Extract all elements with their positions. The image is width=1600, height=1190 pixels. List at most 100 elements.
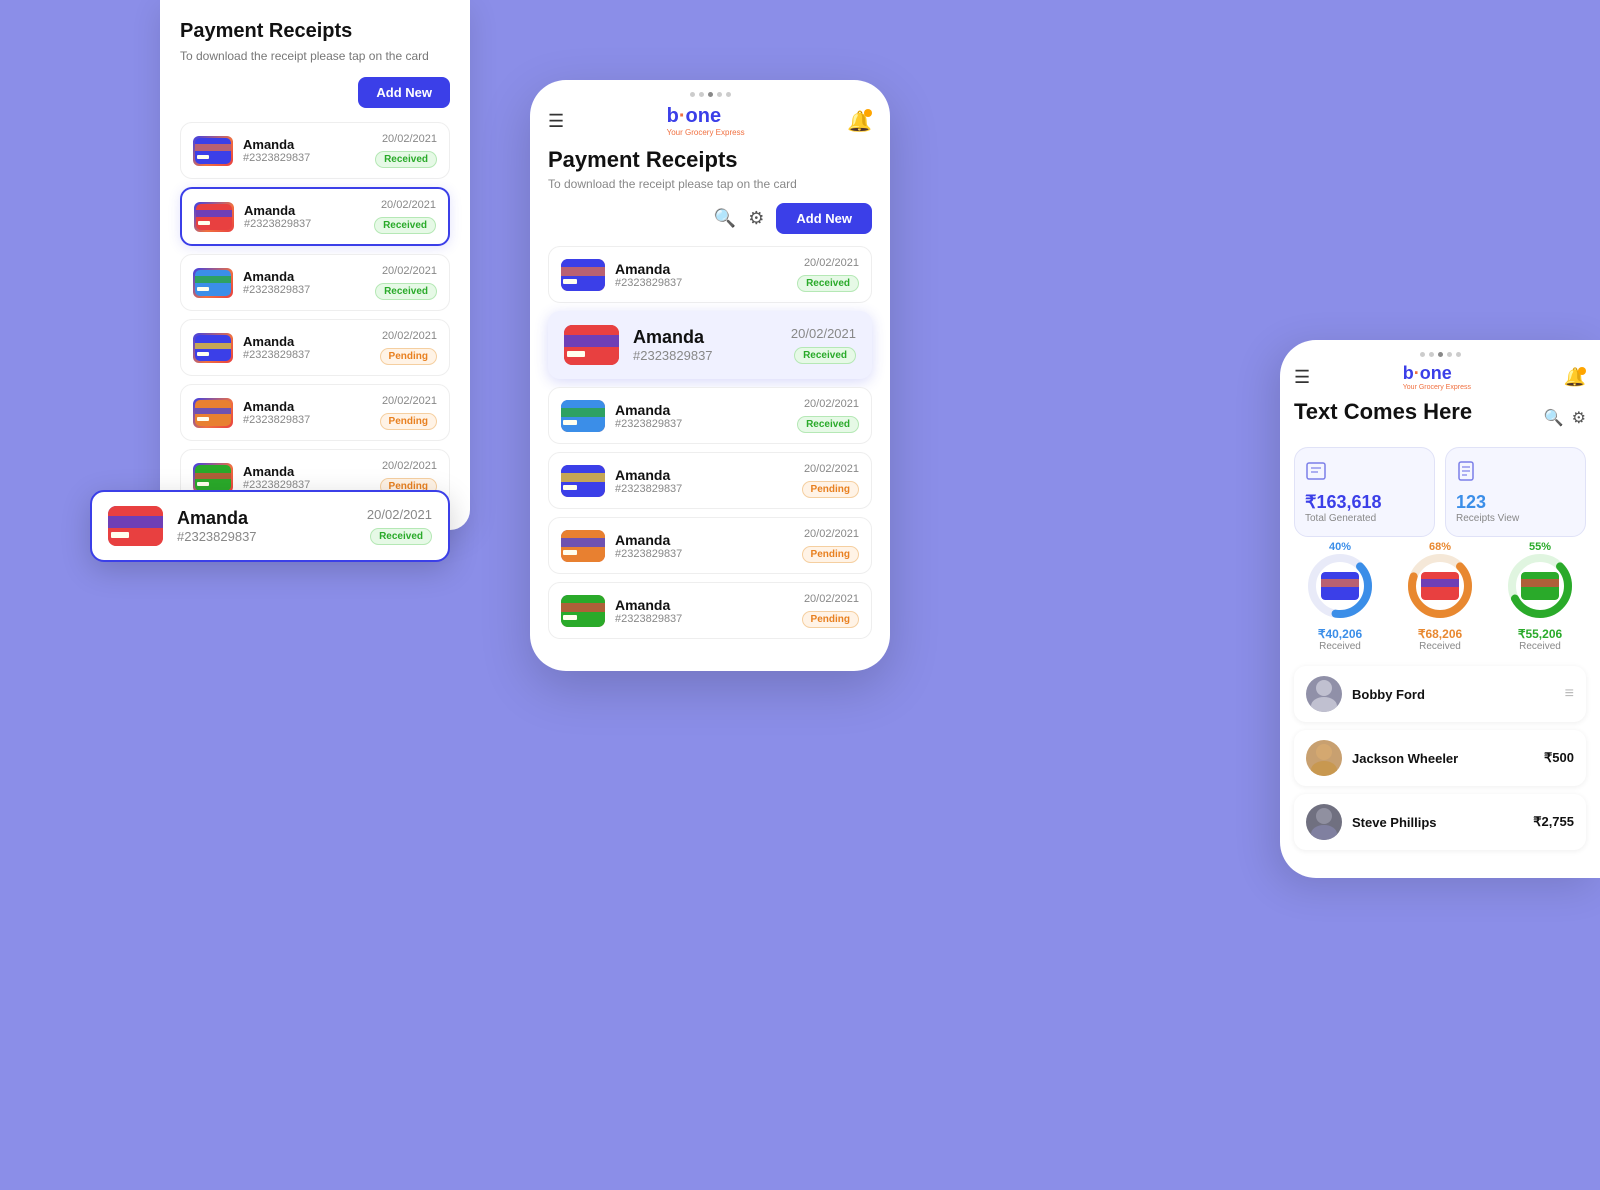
center-phone-card-5[interactable]: Amanda #2323829837 20/02/2021 Pending — [548, 517, 872, 574]
bell-icon-wrap[interactable]: 🔔 — [847, 109, 872, 134]
person-name-steve: Steve Phillips — [1352, 815, 1533, 830]
center-phone-content: Payment Receipts To download the receipt… — [530, 147, 890, 639]
donut-item-2: 68% ₹68,206 Received — [1394, 551, 1486, 652]
right-search-icon[interactable]: 🔍 — [1544, 408, 1564, 428]
dot-3 — [708, 92, 713, 97]
center-receipt-right-6: 20/02/2021 Pending — [802, 593, 859, 628]
person-name-bobby: Bobby Ford — [1352, 687, 1557, 702]
center-receipt-id-6: #2323829837 — [615, 613, 802, 625]
right-dot-5 — [1456, 352, 1461, 357]
floating-receipt-date: 20/02/2021 — [367, 507, 432, 522]
right-filter-icon[interactable]: ⚙ — [1572, 408, 1586, 428]
center-selected-name: Amanda — [633, 327, 791, 348]
card-thumb-2 — [194, 202, 234, 232]
donut-item-1: 40% ₹40,206 Received — [1294, 551, 1386, 652]
center-logo: b·one Your Grocery Express — [667, 105, 745, 137]
right-phone-header: ☰ b·one Your Grocery Express 🔔 — [1280, 363, 1600, 399]
center-phone-card-3[interactable]: Amanda #2323829837 20/02/2021 Received — [548, 387, 872, 444]
donut-pct-1: 40% — [1329, 541, 1351, 553]
right-bell-notification-dot — [1578, 367, 1586, 375]
stats-row: ₹163,618 Total Generated 123 Receipts Vi… — [1294, 447, 1586, 537]
card-thumb-5 — [193, 398, 233, 428]
right-bell-icon-wrap[interactable]: 🔔 — [1564, 367, 1586, 388]
center-card-thumb-3 — [561, 400, 605, 432]
left-panel-subtitle: To download the receipt please tap on th… — [180, 49, 450, 63]
center-receipt-id-1: #2323829837 — [615, 277, 797, 289]
floating-receipt-card[interactable]: Amanda #2323829837 20/02/2021 Received — [90, 490, 450, 562]
center-add-new-button[interactable]: Add New — [776, 203, 872, 234]
center-selected-thumb — [564, 325, 619, 365]
center-receipt-name-6: Amanda — [615, 597, 802, 613]
donut-wrap-1: 40% — [1305, 551, 1375, 621]
receipt-badge-2: Received — [374, 217, 436, 234]
logo-dot: · — [679, 105, 686, 127]
left-add-new-button[interactable]: Add New — [358, 77, 450, 108]
left-receipt-card-5[interactable]: Amanda #2323829837 20/02/2021 Pending — [180, 384, 450, 441]
center-phone-card-1[interactable]: Amanda #2323829837 20/02/2021 Received — [548, 246, 872, 303]
filter-icon[interactable]: ⚙ — [748, 208, 764, 229]
receipt-name-3: Amanda — [243, 269, 375, 284]
center-receipt-right-5: 20/02/2021 Pending — [802, 528, 859, 563]
hamburger-icon[interactable]: ☰ — [548, 111, 564, 132]
receipt-right-4: 20/02/2021 Pending — [380, 330, 437, 365]
person-row-jackson[interactable]: Jackson Wheeler ₹500 — [1294, 730, 1586, 786]
receipt-badge-5: Pending — [380, 413, 437, 430]
center-receipt-right-3: 20/02/2021 Received — [797, 398, 859, 433]
donut-amount-3: ₹55,206 — [1518, 627, 1562, 641]
person-row-bobby[interactable]: Bobby Ford ≡ — [1294, 666, 1586, 722]
right-logo: b·one Your Grocery Express — [1403, 363, 1471, 391]
center-phone-card-selected[interactable]: Amanda #2323829837 20/02/2021 Received — [548, 311, 872, 379]
right-dot-4 — [1447, 352, 1452, 357]
center-phone-card-4[interactable]: Amanda #2323829837 20/02/2021 Pending — [548, 452, 872, 509]
stat-value-receipts-view: 123 — [1456, 492, 1575, 513]
card-thumb-4 — [193, 333, 233, 363]
receipt-right-3: 20/02/2021 Received — [375, 265, 437, 300]
center-phone-card-6[interactable]: Amanda #2323829837 20/02/2021 Pending — [548, 582, 872, 639]
dot-1 — [690, 92, 695, 97]
card-thumb-6 — [193, 463, 233, 493]
donut-wrap-3: 55% — [1505, 551, 1575, 621]
receipt-right-5: 20/02/2021 Pending — [380, 395, 437, 430]
donut-amount-2: ₹68,206 — [1418, 627, 1462, 641]
center-receipt-id-4: #2323829837 — [615, 483, 802, 495]
left-receipt-card-1[interactable]: Amanda #2323829837 20/02/2021 Received — [180, 122, 450, 179]
donut-sub-3: Received — [1519, 641, 1561, 652]
left-receipt-card-2[interactable]: Amanda #2323829837 20/02/2021 Received — [180, 187, 450, 246]
center-receipt-info-5: Amanda #2323829837 — [615, 532, 802, 560]
person-menu-icon-bobby[interactable]: ≡ — [1565, 685, 1574, 703]
center-receipt-date-3: 20/02/2021 — [797, 398, 859, 410]
left-receipt-card-4[interactable]: Amanda #2323829837 20/02/2021 Pending — [180, 319, 450, 376]
stat-icon-receipts — [1456, 460, 1575, 488]
search-icon[interactable]: 🔍 — [714, 208, 736, 229]
avatar-steve — [1306, 804, 1342, 840]
center-receipt-right-1: 20/02/2021 Received — [797, 257, 859, 292]
dot-5 — [726, 92, 731, 97]
center-selected-right: 20/02/2021 Received — [791, 326, 856, 364]
center-receipt-name-1: Amanda — [615, 261, 797, 277]
center-receipt-id-3: #2323829837 — [615, 418, 797, 430]
receipt-name-1: Amanda — [243, 137, 375, 152]
center-receipt-info-4: Amanda #2323829837 — [615, 467, 802, 495]
floating-receipt-right: 20/02/2021 Received — [367, 507, 432, 545]
dot-2 — [699, 92, 704, 97]
donut-card-img-1 — [1321, 572, 1359, 600]
center-receipt-date-4: 20/02/2021 — [802, 463, 859, 475]
stat-card-total-generated: ₹163,618 Total Generated — [1294, 447, 1435, 537]
person-row-steve[interactable]: Steve Phillips ₹2,755 — [1294, 794, 1586, 850]
donut-item-3: 55% ₹55,206 Received — [1494, 551, 1586, 652]
receipt-date-3: 20/02/2021 — [375, 265, 437, 277]
receipt-name-4: Amanda — [243, 334, 380, 349]
receipt-name-2: Amanda — [244, 203, 374, 218]
receipt-id-5: #2323829837 — [243, 414, 380, 426]
right-hamburger-icon[interactable]: ☰ — [1294, 367, 1310, 388]
center-receipt-id-5: #2323829837 — [615, 548, 802, 560]
stat-label-total-generated: Total Generated — [1305, 513, 1424, 524]
receipt-date-4: 20/02/2021 — [380, 330, 437, 342]
left-receipt-card-3[interactable]: Amanda #2323829837 20/02/2021 Received — [180, 254, 450, 311]
receipt-name-6: Amanda — [243, 464, 380, 479]
person-amount-jackson: ₹500 — [1544, 750, 1574, 766]
receipt-info-6: Amanda #2323829837 — [243, 464, 380, 491]
right-dot-1 — [1420, 352, 1425, 357]
center-receipt-info-6: Amanda #2323829837 — [615, 597, 802, 625]
center-card-thumb-1 — [561, 259, 605, 291]
